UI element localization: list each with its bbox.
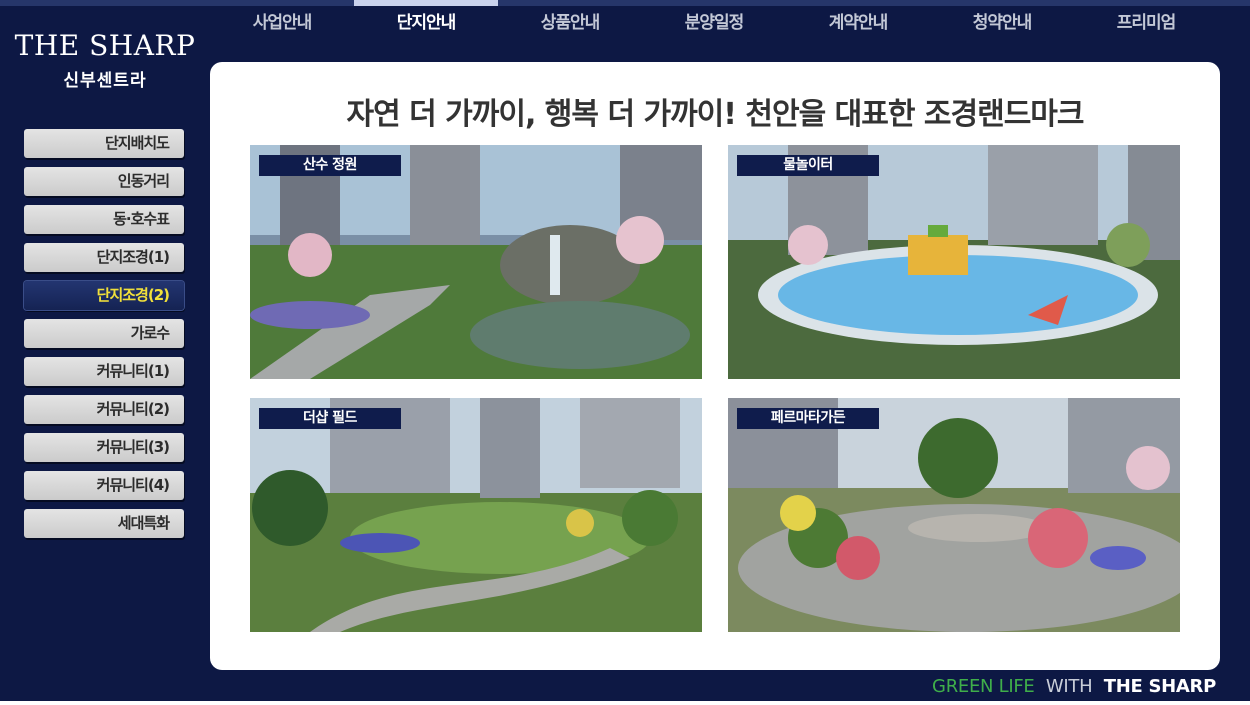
photo-water-garden: 산수 정원 (250, 145, 702, 379)
slogan-with: WITH (1045, 676, 1093, 697)
nav-business[interactable]: 사업안내 (210, 8, 354, 38)
photo-label: 산수 정원 (259, 155, 401, 176)
sidebar-item-unit-table[interactable]: 동·호수표 (24, 205, 184, 234)
water-playground-image (728, 145, 1180, 379)
photo-fermata-garden: 페르마타가든 (728, 398, 1180, 632)
nav-subscription[interactable]: 청약안내 (930, 8, 1074, 38)
fermata-garden-image (728, 398, 1180, 632)
page-headline: 자연 더 가까이, 행복 더 가까이! 천안을 대표한 조경랜드마크 (346, 97, 1084, 132)
sidebar-item-community-3[interactable]: 커뮤니티(3) (24, 433, 184, 462)
sidebar-item-landscape-2[interactable]: 단지조경(2) (24, 281, 184, 310)
sidebar-item-unit-features[interactable]: 세대특화 (24, 509, 184, 538)
photo-label: 더샵 필드 (259, 408, 401, 429)
nav-contract[interactable]: 계약안내 (786, 8, 930, 38)
sidebar-item-building-distance[interactable]: 인동거리 (24, 167, 184, 196)
slogan-brand: THE SHARP (1103, 676, 1217, 697)
top-navigation: 사업안내 단지안내 상품안내 분양일정 계약안내 청약안내 프리미엄 (210, 8, 1250, 44)
photo-label: 물놀이터 (737, 155, 879, 176)
sidebar-item-community-1[interactable]: 커뮤니티(1) (24, 357, 184, 386)
sidebar-item-landscape-1[interactable]: 단지조경(1) (24, 243, 184, 272)
content-panel: 자연 더 가까이, 행복 더 가까이! 천안을 대표한 조경랜드마크 산수 정원 (210, 62, 1220, 670)
logo-subtitle: 신부센트라 (63, 71, 147, 91)
sidebar-item-community-2[interactable]: 커뮤니티(2) (24, 395, 184, 424)
slogan-green-life: GREEN LIFE (932, 676, 1035, 697)
bottom-border (0, 701, 1250, 705)
footer-slogan: GREEN LIFE WITH THE SHARP (932, 676, 1216, 697)
sidebar-item-street-trees[interactable]: 가로수 (24, 319, 184, 348)
nav-complex[interactable]: 단지안내 (354, 8, 498, 38)
sidebar-item-site-plan[interactable]: 단지배치도 (24, 129, 184, 158)
photo-label: 페르마타가든 (737, 408, 879, 429)
logo-brand: THE SHARP (14, 29, 196, 62)
top-accent-bar (0, 0, 1250, 6)
nav-schedule[interactable]: 분양일정 (642, 8, 786, 38)
sidebar-item-community-4[interactable]: 커뮤니티(4) (24, 471, 184, 500)
field-image (250, 398, 702, 632)
active-tab-indicator (354, 0, 498, 6)
photo-the-sharp-field: 더샵 필드 (250, 398, 702, 632)
water-garden-image (250, 145, 702, 379)
logo[interactable]: THE SHARP 신부센트라 (0, 29, 210, 92)
nav-product[interactable]: 상품안내 (498, 8, 642, 38)
nav-premium[interactable]: 프리미엄 (1074, 8, 1218, 38)
photo-water-playground: 물놀이터 (728, 145, 1180, 379)
